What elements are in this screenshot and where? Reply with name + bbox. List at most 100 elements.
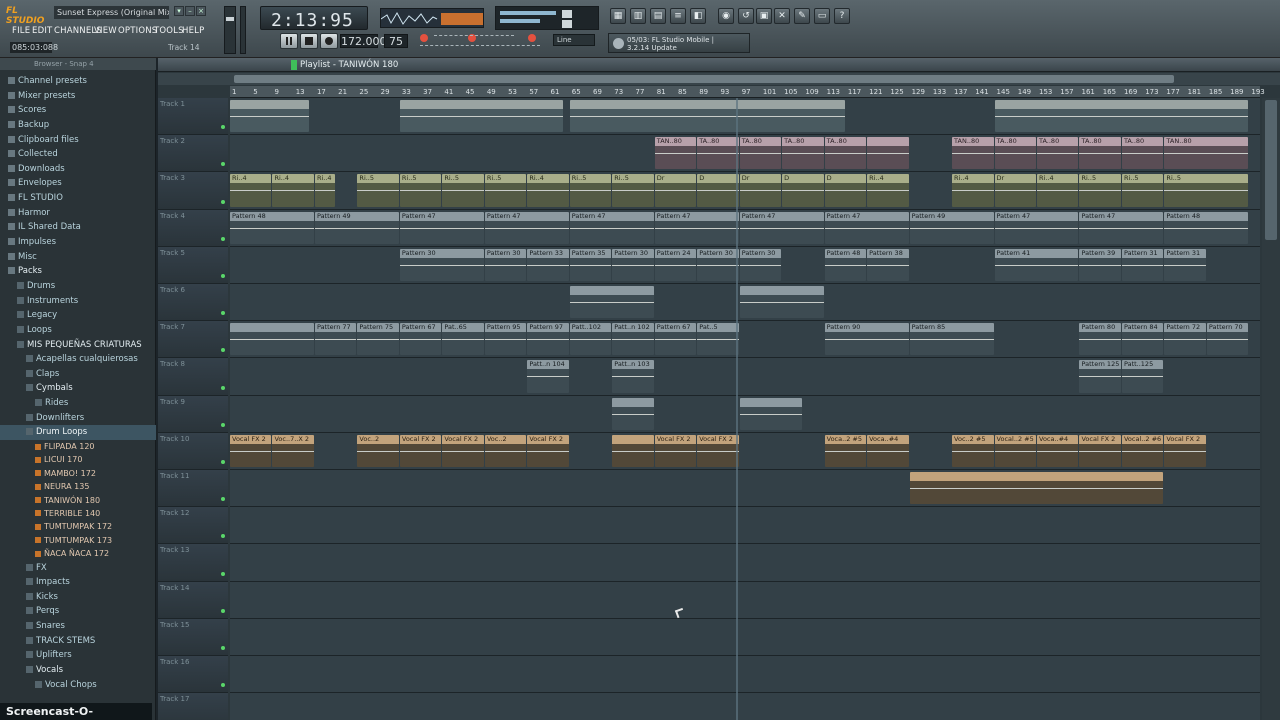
browser-item[interactable]: FL STUDIO [0,191,156,206]
browser-item[interactable]: Clipboard files [0,133,156,148]
playlist-clip[interactable]: Pattern 47 [994,211,1079,244]
playlist-clip[interactable]: Ri..5 [442,174,484,207]
playlist-clip[interactable]: Pattern 30 [484,248,527,281]
pattern-selector[interactable]: 75 [384,34,408,48]
browser-item[interactable]: Kicks [0,590,156,605]
playlist-clip[interactable]: Pattern 47 [484,211,569,244]
playlist-clip[interactable]: TA..80 [1037,137,1079,170]
track-header[interactable]: Track 13 [158,544,228,582]
browser-item[interactable]: FLIPADA 120 [0,440,156,453]
playlist-clip[interactable]: Ri..5 [569,174,612,207]
playlist-clip[interactable]: Ri..4 [867,174,909,207]
playlist-clip[interactable]: Ri..4 [527,174,569,207]
track-header[interactable]: Track 8 [158,358,228,396]
browser-item[interactable]: Channel presets [0,74,156,89]
playlist-clip[interactable]: TAN..80 [654,137,697,170]
browser-item[interactable]: TRACK STEMS [0,634,156,649]
menu-arrow-icon[interactable]: ▾ [174,6,184,16]
playlist-clip[interactable]: TA..80 [782,137,824,170]
cut-icon[interactable]: ✕ [774,8,790,24]
mixer-button[interactable]: ≡ [670,8,686,24]
playlist-clip[interactable]: Pattern 30 [697,248,739,281]
playlist-clip[interactable]: Dr [994,174,1036,207]
browser-item[interactable]: Envelopes [0,176,156,191]
playlist-clip[interactable]: Pattern 67 [399,323,442,356]
track-lane[interactable] [230,618,1260,656]
playlist-clip[interactable]: D [782,174,824,207]
browser-item[interactable]: Legacy [0,308,156,323]
horizontal-scrollbar[interactable] [158,73,1280,85]
browser-item[interactable]: Vocals [0,663,156,678]
playlist-clip[interactable]: Patt..n 103 [612,360,654,393]
playlist-clip[interactable]: Pattern 35 [569,248,612,281]
playlist-clip[interactable]: Voc..7..X 2 [272,434,314,467]
browser-button[interactable]: ◧ [690,8,706,24]
playlist-clip[interactable]: Pattern 47 [739,211,824,244]
playlist-clip[interactable] [612,397,654,430]
track-active-led[interactable] [221,273,225,278]
playlist-clip[interactable]: Pattern 24 [654,248,697,281]
browser-item[interactable]: Misc [0,250,156,265]
track-lane[interactable]: Pattern 30 Pattern 30 Pattern 33 Pattern 35… [230,246,1260,284]
playlist-clip[interactable] [230,100,309,133]
step-sequencer-button[interactable]: ▦ [610,8,626,24]
playlist-clip[interactable]: Vocal FX 2 [442,434,484,467]
playlist-clip[interactable]: Pattern 47 [654,211,739,244]
playlist-clip[interactable]: Vocal FX 2 [654,434,697,467]
playlist-clip[interactable]: Pattern 31 [1121,248,1164,281]
playlist-clip[interactable] [739,397,803,430]
tempo-display[interactable]: 172.000 [340,34,387,48]
track-header[interactable]: Track 15 [158,618,228,656]
playlist-clip[interactable]: Vocal FX 2 [399,434,442,467]
playlist-clip[interactable] [909,472,1164,505]
track-active-led[interactable] [221,385,225,390]
track-header[interactable]: Track 12 [158,507,228,545]
master-pitch-slider[interactable] [240,6,246,54]
menu-options[interactable]: OPTIONS [118,24,157,38]
stop-button[interactable] [300,33,318,49]
help-icon[interactable]: ? [834,8,850,24]
playlist-clip[interactable]: Dr [739,174,782,207]
close-icon[interactable]: × [196,6,206,16]
tools-icon[interactable]: ✎ [794,8,810,24]
playlist-clip[interactable]: Pattern 30 [399,248,484,281]
playlist-clip[interactable]: Ri..5 [484,174,527,207]
track-lane[interactable] [230,98,1260,136]
track-lane[interactable] [230,544,1260,582]
track-header[interactable]: Track 11 [158,470,228,508]
track-lane[interactable] [230,395,1260,433]
playlist-clip[interactable] [739,286,824,319]
track-header[interactable]: Track 2 [158,135,228,173]
playlist-clip[interactable]: Pattern 80 [1079,323,1121,356]
playlist-button[interactable]: ▤ [650,8,666,24]
playlist-clip[interactable]: Patt..n 104 [527,360,569,393]
playlist-clip[interactable]: Patt..102 [569,323,612,356]
track-active-led[interactable] [221,459,225,464]
save-icon[interactable]: ▣ [756,8,772,24]
track-lane[interactable]: Ri..4 Ri..4 Ri..4 Ri..5 Ri..5 Ri..5 Ri..5 Ri..4… [230,172,1260,210]
browser-item[interactable]: TERRIBLE 140 [0,507,156,520]
vertical-scrollbar[interactable] [1262,98,1280,720]
browser-item[interactable]: Impulses [0,235,156,250]
browser-item[interactable]: Perqs [0,604,156,619]
export-icon[interactable]: ▭ [814,8,830,24]
browser-item[interactable]: Packs [0,264,156,279]
browser-item[interactable]: Loops [0,323,156,338]
playlist-clip[interactable]: Pattern 85 [909,323,994,356]
vertical-scroll-thumb[interactable] [1265,100,1277,240]
playlist-clip[interactable] [230,323,314,356]
track-lane[interactable] [230,284,1260,322]
browser-item[interactable]: Vocal Chops [0,678,156,693]
track-active-led[interactable] [221,645,225,650]
record-button[interactable] [320,33,338,49]
playlist-clip[interactable]: Vocal FX 2 [230,434,272,467]
playlist-clip[interactable]: Ri..5 [1121,174,1164,207]
playlist-clip[interactable]: Pattern 72 [1164,323,1206,356]
playlist-clip[interactable]: Pattern 125 [1079,360,1121,393]
playlist-clip[interactable] [399,100,564,133]
browser-item[interactable]: TUMTUMPAK 172 [0,520,156,533]
playlist-clip[interactable]: Pattern 90 [824,323,909,356]
track-lane[interactable] [230,581,1260,619]
playlist-clip[interactable]: Voca..#4 [867,434,909,467]
browser-item[interactable]: Acapellas cualquierosas [0,352,156,367]
